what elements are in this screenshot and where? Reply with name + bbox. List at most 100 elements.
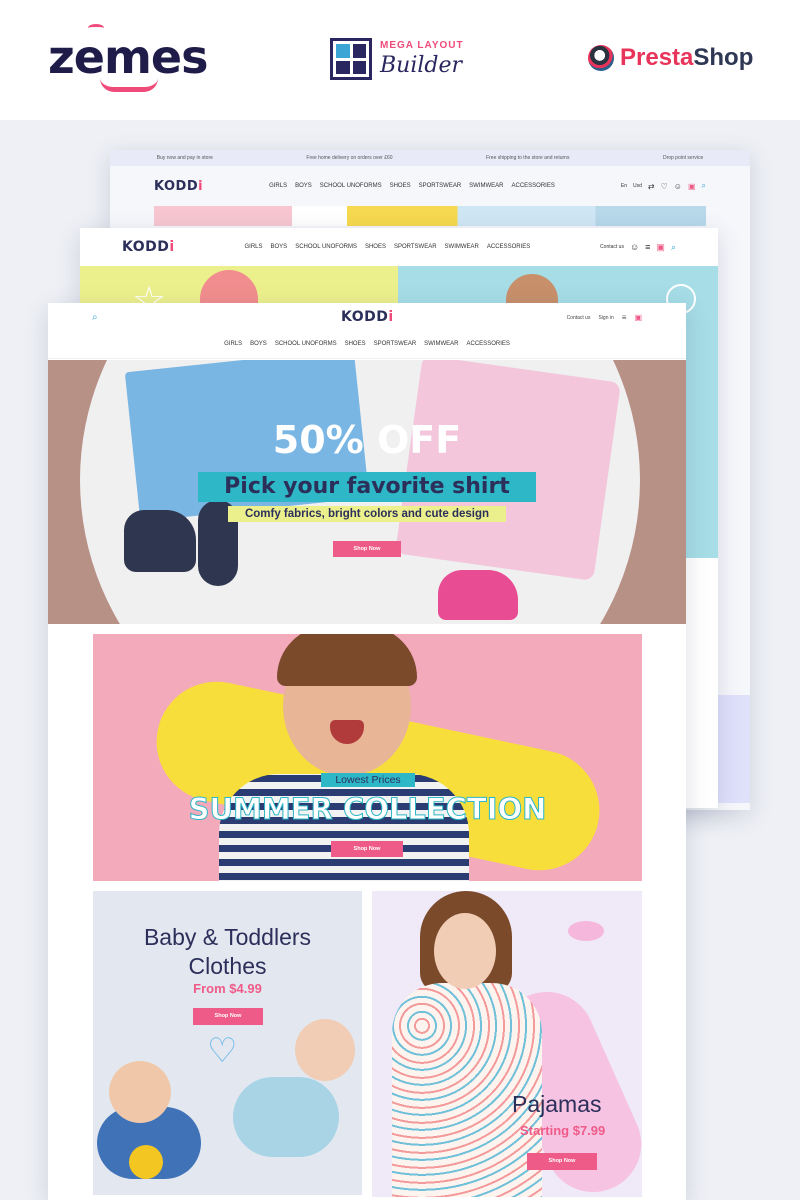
layer1-hero-strip xyxy=(154,206,706,226)
hero-banner: 50% OFF Pick your favorite shirt Comfy f… xyxy=(48,360,686,624)
baby-price: From $4.99 xyxy=(193,981,262,996)
heart-icon: ♡ xyxy=(207,1032,238,1070)
menu-item-girls[interactable]: GIRLS xyxy=(244,244,262,250)
user-icon[interactable]: ☺ xyxy=(630,242,639,252)
zemes-logo: zemes xyxy=(48,30,208,84)
front-header-tools: Contact us Sign in ≡ ▣ xyxy=(567,313,642,322)
contact-link[interactable]: Contact us xyxy=(600,244,624,250)
contact-link[interactable]: Contact us xyxy=(567,315,591,321)
menu-item-sportswear[interactable]: SPORTSWEAR xyxy=(419,183,462,189)
menu-item-sportswear[interactable]: SPORTSWEAR xyxy=(394,244,437,250)
builder-label: Builder xyxy=(380,53,463,78)
toddler-face-image xyxy=(295,1019,355,1081)
menu-item-accessories[interactable]: ACCESSORIES xyxy=(487,244,530,250)
baby-title: Baby & Toddlers Clothes xyxy=(93,923,362,981)
pajamas-price: Starting $7.99 xyxy=(520,1123,606,1138)
search-icon[interactable]: ⌕ xyxy=(92,312,98,323)
pajamas-banner: Pajamas Starting $7.99 Shop Now xyxy=(372,891,642,1197)
menu-item-swimwear[interactable]: SWIMWEAR xyxy=(469,183,503,189)
menu-item-sportswear[interactable]: SPORTSWEAR xyxy=(374,341,417,347)
pink-shirt-image xyxy=(395,360,621,581)
promo-topbar: Buy now and pay in store Free home deliv… xyxy=(110,150,750,166)
front-menu: GIRLS BOYS SCHOOL UNOFORMS SHOES SPORTSW… xyxy=(48,341,686,347)
menu-item-girls[interactable]: GIRLS xyxy=(224,341,242,347)
toy-ball-image xyxy=(129,1145,163,1179)
baby-title-line1: Baby & Toddlers xyxy=(143,924,312,950)
menu-item-boys[interactable]: BOYS xyxy=(271,244,288,250)
promo-item: Free shipping to the store and returns xyxy=(486,155,570,161)
prestashop-logo: PrestaShop xyxy=(588,44,753,72)
koddi-logo[interactable]: KODDi xyxy=(154,179,203,194)
toddler-image xyxy=(233,1077,339,1157)
pink-sneaker-image xyxy=(438,570,518,620)
kid-hair-image xyxy=(277,634,417,686)
hero-discount: 50% OFF xyxy=(272,418,462,462)
menu-item-shoes[interactable]: SHOES xyxy=(345,341,366,347)
hero-subline: Comfy fabrics, bright colors and cute de… xyxy=(228,506,506,522)
grid-icon xyxy=(330,38,372,80)
menu-item-school-uniforms[interactable]: SCHOOL UNOFORMS xyxy=(295,244,357,250)
layer1-tools: En Usd ⇄ ♡ ☺ ▣ ⌕ xyxy=(621,181,706,191)
baby-title-line2: Clothes xyxy=(188,953,267,979)
pajamas-title: Pajamas xyxy=(512,1091,602,1117)
lowest-prices-tag: Lowest Prices xyxy=(321,773,415,787)
menu-item-school-uniforms[interactable]: SCHOOL UNOFORMS xyxy=(320,183,382,189)
hero-shop-now-button[interactable]: Shop Now xyxy=(333,541,401,557)
baby-face-image xyxy=(109,1061,171,1123)
sneaker-image xyxy=(124,510,196,572)
baby-toddlers-banner: Baby & Toddlers Clothes From $4.99 Shop … xyxy=(93,891,362,1195)
summer-collection-title: SUMMER COLLECTION xyxy=(188,792,547,827)
mega-layout-label: MEGA LAYOUT xyxy=(380,40,464,51)
heart-icon[interactable]: ♡ xyxy=(661,182,668,191)
summer-shop-now-button[interactable]: Shop Now xyxy=(331,841,403,857)
currency-selector[interactable]: Usd xyxy=(633,183,642,189)
search-icon[interactable]: ⌕ xyxy=(671,242,676,253)
mockup-layer-front: ⌕ KODDi Contact us Sign in ≡ ▣ GIRLS BOY… xyxy=(48,303,686,1200)
brand-header: zemes MEGA LAYOUT Builder PrestaShop xyxy=(0,0,800,120)
cart-icon[interactable]: ▣ xyxy=(688,182,696,191)
menu-item-accessories[interactable]: ACCESSORIES xyxy=(512,183,555,189)
cart-icon[interactable]: ▣ xyxy=(634,313,642,322)
menu-item-school-uniforms[interactable]: SCHOOL UNOFORMS xyxy=(275,341,337,347)
menu-item-shoes[interactable]: SHOES xyxy=(365,244,386,250)
layer2-tools: Contact us ☺ ≡ ▣ ⌕ xyxy=(600,242,676,253)
menu-item-accessories[interactable]: ACCESSORIES xyxy=(467,341,510,347)
hero-headline: Pick your favorite shirt xyxy=(198,472,536,502)
menu-item-shoes[interactable]: SHOES xyxy=(390,183,411,189)
mega-layout-builder-logo: MEGA LAYOUT Builder xyxy=(330,38,464,80)
menu-item-girls[interactable]: GIRLS xyxy=(269,183,287,189)
girl-pajamas-image xyxy=(392,983,542,1197)
koddi-logo[interactable]: KODDi xyxy=(122,239,175,255)
menu-item-boys[interactable]: BOYS xyxy=(295,183,312,189)
prestashop-label-a: Presta xyxy=(620,44,694,71)
zemes-smile-icon xyxy=(100,78,158,92)
koddi-logo[interactable]: KODDi xyxy=(341,309,394,325)
language-selector[interactable]: En xyxy=(621,183,627,189)
bee-icon xyxy=(568,921,604,941)
puffin-icon xyxy=(588,45,614,71)
layer1-menu: GIRLS BOYS SCHOOL UNOFORMS SHOES SPORTSW… xyxy=(265,183,559,189)
menu-item-boys[interactable]: BOYS xyxy=(250,341,267,347)
promo-item: Drop point service xyxy=(662,155,704,161)
promo-item: Buy now and pay in store xyxy=(156,155,213,161)
menu-icon[interactable]: ≡ xyxy=(645,242,650,252)
compare-icon[interactable]: ⇄ xyxy=(648,182,655,191)
pajamas-shop-now-button[interactable]: Shop Now xyxy=(527,1153,597,1170)
prestashop-label-b: Shop xyxy=(693,44,754,71)
layer1-nav: KODDi GIRLS BOYS SCHOOL UNOFORMS SHOES S… xyxy=(110,166,750,206)
layer2-menu: GIRLS BOYS SCHOOL UNOFORMS SHOES SPORTSW… xyxy=(240,244,534,250)
menu-icon[interactable]: ≡ xyxy=(622,313,627,322)
girl-face-image xyxy=(434,913,496,989)
layer2-nav: KODDi GIRLS BOYS SCHOOL UNOFORMS SHOES S… xyxy=(80,228,718,266)
summer-collection-banner: Lowest Prices SUMMER COLLECTION Shop Now xyxy=(93,634,642,881)
front-header: ⌕ KODDi Contact us Sign in ≡ ▣ GIRLS BOY… xyxy=(48,303,686,359)
cart-icon[interactable]: ▣ xyxy=(656,242,665,253)
promo-item: Free home delivery on orders over £60 xyxy=(306,155,393,161)
menu-item-swimwear[interactable]: SWIMWEAR xyxy=(445,244,479,250)
menu-item-swimwear[interactable]: SWIMWEAR xyxy=(424,341,458,347)
kid-shirt-image xyxy=(219,774,469,881)
search-icon[interactable]: ⌕ xyxy=(702,181,706,191)
user-icon[interactable]: ☺ xyxy=(674,182,682,191)
baby-shop-now-button[interactable]: Shop Now xyxy=(193,1008,263,1025)
signin-link[interactable]: Sign in xyxy=(598,315,613,321)
